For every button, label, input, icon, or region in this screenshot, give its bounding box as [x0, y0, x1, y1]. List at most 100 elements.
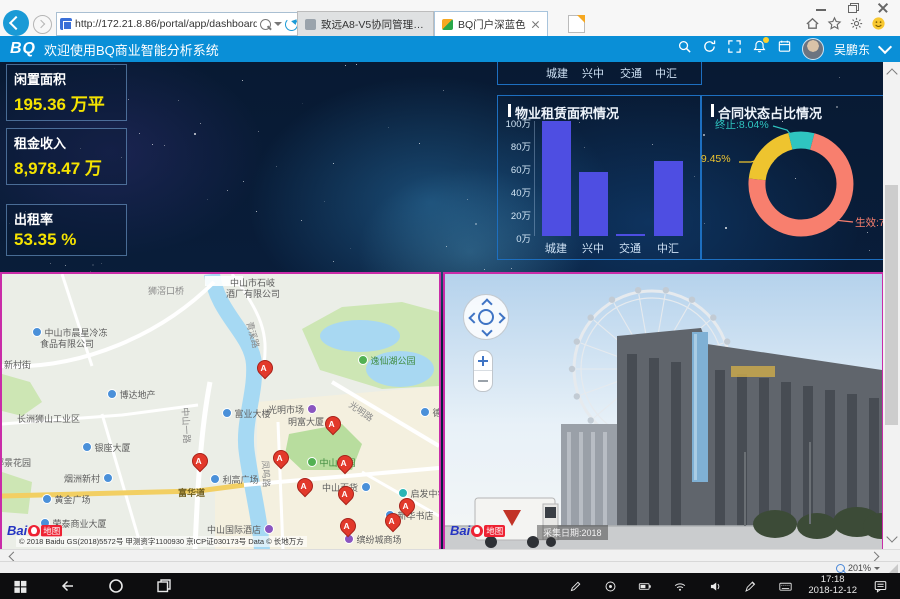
pan-up-icon[interactable]: [481, 298, 492, 309]
favorites-star-icon[interactable]: [827, 16, 842, 31]
taskbar: 17:18 2018-12-12: [0, 573, 900, 599]
y-axis-line: [534, 121, 535, 236]
donut-slice-终止[interactable]: [790, 140, 812, 141]
bar-chart-panel[interactable]: 物业租赁面积情况 100万80万60万40万20万0万 城建兴中交通中汇: [497, 95, 702, 260]
resize-grip[interactable]: [889, 564, 898, 573]
photo-capture-date: 采集日期:2018: [537, 525, 608, 540]
tab-title: BQ门户深蓝色: [458, 17, 526, 32]
new-tab-button[interactable]: [568, 15, 585, 33]
close-tab-icon[interactable]: [531, 20, 540, 29]
zoom-level: 201%: [848, 563, 871, 573]
bar-交通[interactable]: [616, 234, 645, 236]
address-bar[interactable]: http://172.21.8.86/portal/app/dashboard?…: [56, 12, 302, 36]
scroll-right-icon[interactable]: [870, 552, 880, 562]
baidu-logo-suffix: 地图: [484, 525, 505, 537]
zoom-out-icon[interactable]: [478, 380, 488, 382]
refresh-icon[interactable]: [702, 39, 717, 59]
map-label: 新村街: [4, 358, 31, 371]
taskbar-tray: 17:18 2018-12-12: [563, 574, 900, 598]
header-actions: 吴鹏东: [677, 38, 900, 60]
settings-gear-icon[interactable]: [849, 16, 864, 31]
search-icon[interactable]: [677, 39, 692, 59]
scrollbar-thumb[interactable]: [885, 185, 898, 425]
baidu-logo-text: Bai: [450, 523, 470, 538]
pan-compass-control[interactable]: [463, 294, 509, 340]
pan-right-icon[interactable]: [494, 312, 505, 323]
pen-icon[interactable]: [563, 574, 587, 598]
kpi-label: 闲置面积: [14, 69, 126, 88]
bar-中汇[interactable]: [654, 161, 683, 236]
map-label: 食品有限公司: [40, 337, 94, 350]
map-label: 逸仙湖公园: [358, 354, 416, 367]
task-view-button[interactable]: [152, 574, 176, 598]
map-attribution: © 2018 Baidu GS(2018)5572号 甲测资字1100930 京…: [16, 536, 307, 547]
volume-icon[interactable]: [703, 574, 727, 598]
back-button[interactable]: [56, 574, 80, 598]
kpi-value: 8,978.47 万: [14, 154, 126, 179]
user-avatar[interactable]: [802, 38, 824, 60]
street-photo-panel[interactable]: Bai 地图 采集日期:2018: [443, 272, 884, 550]
photo-zoom-control[interactable]: [473, 350, 493, 392]
x-axis-label: 兴中: [573, 240, 613, 256]
pan-down-icon[interactable]: [481, 325, 492, 336]
map-label: 烟洲新村: [64, 472, 113, 485]
home-icon[interactable]: [805, 16, 820, 31]
y-tick-label: 40万: [500, 185, 531, 199]
pan-center-icon[interactable]: [478, 309, 494, 325]
kpi-label: 租金收入: [14, 133, 126, 152]
donut-slice-unnamed[interactable]: [757, 141, 790, 179]
map-label: 中山国际酒店: [207, 523, 274, 536]
clipped-x-label: 城建: [537, 65, 577, 81]
search-icon[interactable]: [260, 19, 271, 30]
touch-keyboard-icon[interactable]: [773, 574, 797, 598]
y-tick-label: 80万: [500, 139, 531, 153]
y-tick-label: 60万: [500, 162, 531, 176]
donut-chart-panel[interactable]: 合同状态占比情况 终止:8.04% 19.45% 生效:72.: [700, 95, 885, 260]
notifications-bell-icon[interactable]: [752, 39, 767, 59]
kpi-label: 出租率: [14, 209, 126, 228]
back-button[interactable]: [3, 10, 29, 36]
wifi-icon[interactable]: [668, 574, 692, 598]
scroll-left-icon[interactable]: [9, 552, 19, 562]
vertical-scrollbar[interactable]: [883, 62, 900, 549]
map-label: 富业大楼: [222, 407, 271, 420]
clipped-x-label: 交通: [611, 65, 651, 81]
zoom-magnifier-icon: [836, 564, 845, 573]
tab-bq-portal[interactable]: BQ门户深蓝色: [434, 11, 548, 36]
map-label: 利高广场: [210, 473, 259, 486]
baidu-map-panel[interactable]: 狮滘口桥中山市石岐酒厂有限公司 中山市晨星冷冻食品有限公司新村街 逸仙湖公园 博…: [0, 272, 441, 550]
zoom-in-icon[interactable]: [478, 360, 488, 362]
photo-canvas[interactable]: [445, 274, 882, 550]
scroll-up-icon[interactable]: [886, 68, 897, 79]
map-label: 椰景花园: [0, 456, 31, 469]
clipped-x-label: 兴中: [573, 65, 613, 81]
bar-城建[interactable]: [542, 121, 571, 236]
donut-label-terminated: 终止:8.04%: [715, 117, 769, 132]
action-center-icon[interactable]: [868, 574, 892, 598]
baidu-paw-icon: [28, 525, 40, 537]
autocomplete-dropdown-icon[interactable]: [274, 22, 282, 26]
fullscreen-icon[interactable]: [727, 39, 742, 59]
calendar-icon[interactable]: [777, 39, 792, 59]
url-text[interactable]: http://172.21.8.86/portal/app/dashboard?…: [75, 18, 257, 30]
feedback-smiley-icon[interactable]: [871, 16, 886, 31]
clipped-chart-axis: 城建兴中交通中汇: [497, 62, 702, 85]
map-label: 博达地产: [107, 388, 156, 401]
map-label: 富华道: [178, 486, 205, 499]
tab-seeyon[interactable]: 致远A8-V5协同管理软件 V6.0...: [297, 11, 434, 36]
taskbar-clock[interactable]: 17:18 2018-12-12: [808, 575, 857, 597]
battery-icon[interactable]: [633, 574, 657, 598]
map-label: 德信: [420, 406, 441, 419]
scroll-down-icon[interactable]: [886, 531, 897, 542]
map-label: 中山一路: [179, 407, 194, 444]
start-button[interactable]: [8, 574, 32, 598]
bar-兴中[interactable]: [579, 172, 608, 236]
browser-chrome: http://172.21.8.86/portal/app/dashboard?…: [0, 0, 900, 37]
cortana-button[interactable]: [104, 574, 128, 598]
chevron-down-icon[interactable]: [878, 40, 892, 54]
ink-workspace-icon[interactable]: [738, 574, 762, 598]
browser-toolbar: [805, 16, 886, 31]
location-icon[interactable]: [598, 574, 622, 598]
forward-button[interactable]: [33, 15, 52, 34]
page-favicon: [60, 18, 72, 30]
